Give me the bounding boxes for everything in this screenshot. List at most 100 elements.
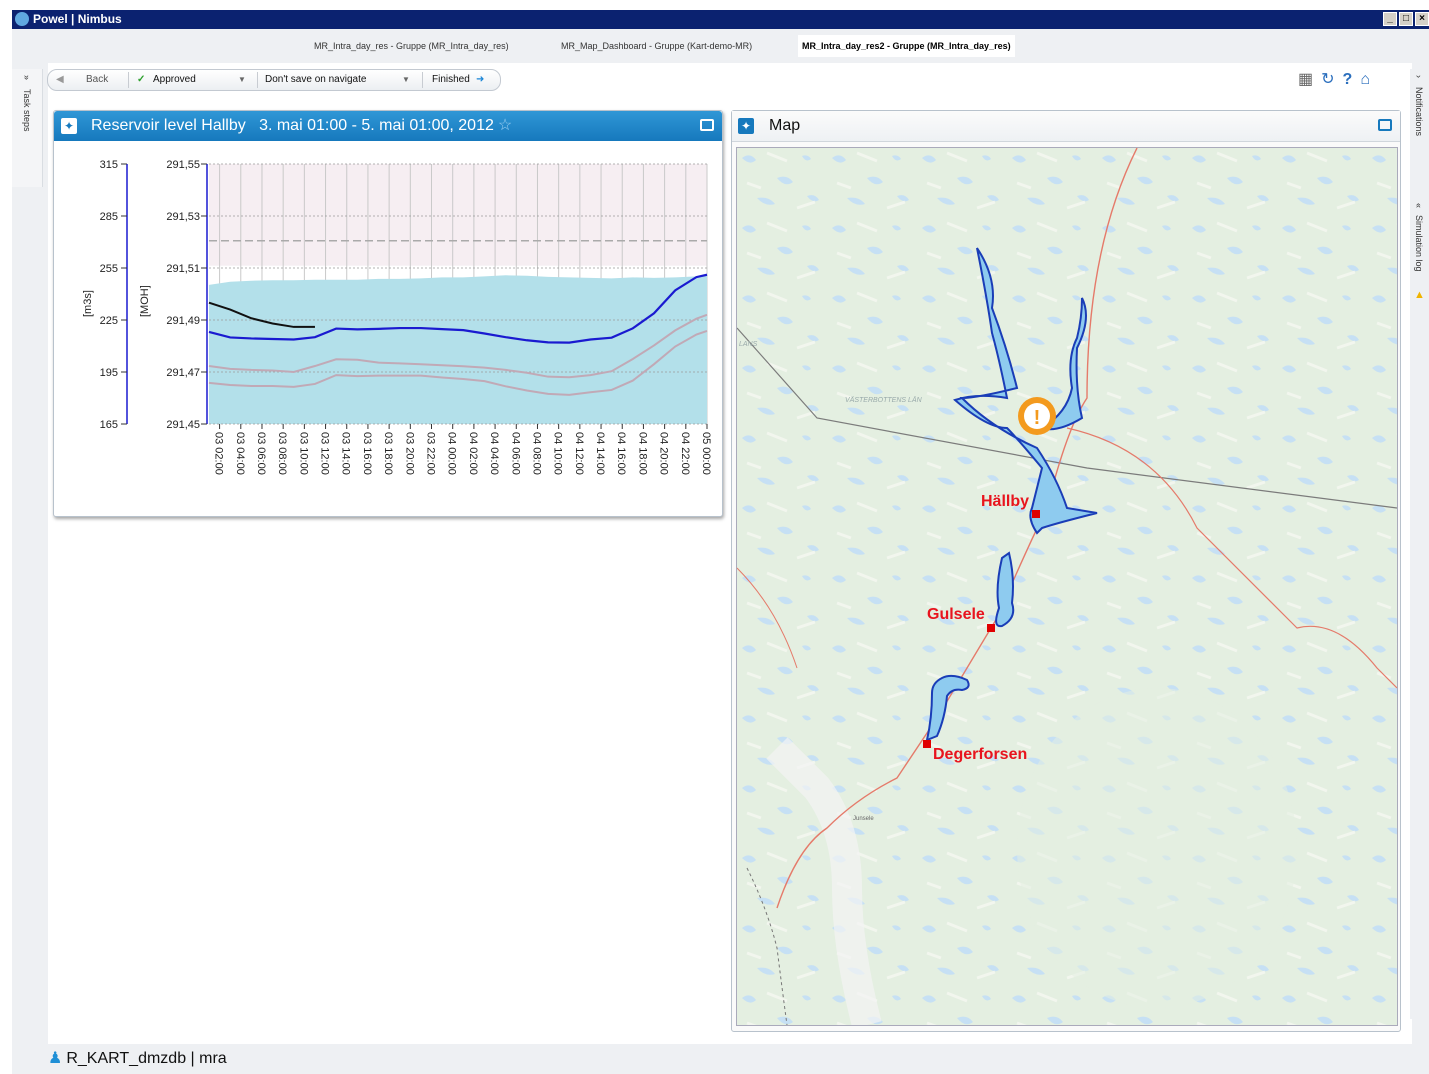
tab-bar: MR_Intra_day_res - Gruppe (MR_Intra_day_… — [12, 29, 1429, 63]
app-logo-icon — [15, 12, 29, 26]
window-titlebar: Powel | Nimbus _ □ × — [12, 10, 1429, 29]
maximize-panel-button[interactable] — [700, 119, 714, 131]
toolbar-divider — [422, 72, 423, 88]
maximize-button[interactable]: □ — [1399, 12, 1413, 26]
map-terrain-patch — [1017, 688, 1297, 1008]
degerforsen-label: Degerforsen — [933, 746, 1027, 763]
x-tick-label: 05 00:00 — [700, 432, 712, 475]
area-label-lans: LANS — [739, 341, 758, 348]
reservoir-title: Reservoir level Hallby — [91, 117, 246, 134]
toolbar-divider — [128, 72, 129, 88]
right-axis-label: [MOH] — [139, 285, 151, 317]
x-tick-label: 04 04:00 — [488, 432, 500, 475]
degerforsen-plant-marker[interactable] — [923, 740, 931, 748]
maximize-panel-button[interactable] — [1378, 119, 1392, 131]
x-tick-label: 03 06:00 — [255, 432, 267, 475]
warning-marker-icon: ! — [1034, 407, 1041, 429]
reservoir-chart: 315 285 255 225 195 165 291,55 291,53 291,51 291,… — [82, 159, 712, 475]
reservoir-panel-header: ✦ Reservoir level Hallby 3. mai 01:00 - … — [54, 111, 722, 141]
right-tick-label: 291,49 — [166, 315, 200, 327]
window-title: Powel | Nimbus — [33, 12, 122, 26]
left-tick-label: 165 — [100, 419, 118, 431]
minimize-button[interactable]: _ — [1383, 12, 1397, 26]
notifications-expand-icon: › — [1414, 75, 1424, 78]
map-svg: ! Hällby Gulsele Degerforsen LANS VÄSTER… — [737, 148, 1397, 1025]
navigation-toolbar: ◀ Back ✓ Approved ▼ Don't save on naviga… — [47, 69, 501, 91]
x-tick-label: 04 20:00 — [658, 432, 670, 475]
task-steps-rail[interactable]: » Task steps — [12, 69, 43, 187]
x-tick-label: 04 12:00 — [573, 432, 585, 475]
home-icon[interactable]: ⌂ — [1360, 70, 1370, 90]
map-canvas[interactable]: ! Hällby Gulsele Degerforsen LANS VÄSTER… — [736, 147, 1398, 1026]
back-arrow-icon: ◀ — [56, 74, 64, 85]
x-tick-label: 04 00:00 — [446, 432, 458, 475]
top-right-actions: ▦ ↻ ? ⌂ — [1298, 70, 1370, 90]
x-tick-label: 03 22:00 — [425, 432, 437, 475]
x-tick-label: 03 12:00 — [319, 432, 331, 475]
left-tick-label: 225 — [100, 315, 118, 327]
x-tick-label: 04 14:00 — [594, 432, 606, 475]
back-button[interactable]: Back — [86, 70, 108, 90]
finished-button[interactable]: Finished — [432, 70, 470, 90]
range-band — [209, 164, 707, 266]
x-tick-label: 03 04:00 — [234, 432, 246, 475]
gulsele-plant-marker[interactable] — [987, 624, 995, 632]
tab-intra-day-res2[interactable]: MR_Intra_day_res2 - Gruppe (MR_Intra_day… — [798, 35, 1015, 57]
x-tick-label: 03 14:00 — [340, 432, 352, 475]
close-button[interactable]: × — [1415, 12, 1429, 26]
x-tick-label: 03 18:00 — [382, 432, 394, 475]
right-tick-label: 291,51 — [166, 263, 200, 275]
map-title: Map — [769, 117, 801, 134]
save-mode-select[interactable]: Don't save on navigate — [265, 70, 366, 90]
user-icon: ♟ — [48, 1050, 63, 1067]
right-tick-label: 291,45 — [166, 419, 200, 431]
calculator-icon[interactable]: ▦ — [1298, 70, 1313, 90]
right-tick-label: 291,55 — [166, 159, 200, 171]
simulation-log-tab[interactable]: Simulation log — [1414, 215, 1424, 272]
tab-intra-day-res[interactable]: MR_Intra_day_res - Gruppe (MR_Intra_day_… — [310, 37, 513, 55]
hallby-plant-marker[interactable] — [1032, 510, 1040, 518]
simulation-log-expand-icon: « — [1414, 203, 1424, 209]
x-tick-label: 04 22:00 — [679, 432, 691, 475]
hallby-label: Hällby — [981, 493, 1029, 510]
x-tick-label: 03 16:00 — [361, 432, 373, 475]
x-tick-label: 04 16:00 — [615, 432, 627, 475]
window-controls: _ □ × — [1383, 12, 1429, 26]
right-tick-label: 291,47 — [166, 367, 200, 379]
left-axis-label: [m3s] — [82, 290, 94, 317]
approval-status-select[interactable]: Approved — [153, 70, 196, 90]
refresh-icon[interactable]: ↻ — [1321, 70, 1334, 90]
right-rail: › Notifications « Simulation log ▲ — [1410, 69, 1429, 1019]
check-icon: ✓ — [137, 74, 146, 85]
x-tick-label: 04 06:00 — [509, 432, 521, 475]
left-tick-label: 195 — [100, 367, 118, 379]
x-tick-label: 04 02:00 — [467, 432, 479, 475]
favorite-star-icon[interactable]: ☆ — [498, 117, 512, 134]
reservoir-period: 3. mai 01:00 - 5. mai 01:00, 2012 — [259, 117, 494, 134]
widget-icon: ✦ — [61, 118, 77, 134]
status-bar: ♟ R_KART_dmzdb | mra — [12, 1044, 1429, 1074]
x-tick-label: 03 10:00 — [297, 432, 309, 475]
reservoir-panel: ✦ Reservoir level Hallby 3. mai 01:00 - … — [53, 110, 723, 517]
tab-map-dashboard[interactable]: MR_Map_Dashboard - Gruppe (Kart-demo-MR) — [557, 37, 756, 55]
help-icon[interactable]: ? — [1343, 70, 1353, 90]
x-tick-label: 03 20:00 — [403, 432, 415, 475]
forward-arrow-icon[interactable]: ➜ — [476, 70, 484, 90]
notifications-tab[interactable]: Notifications — [1414, 87, 1424, 136]
map-panel: ✦ Map ! Hällby Gulsele Degerforsen LANS … — [731, 110, 1401, 1032]
connection-user: R_KART_dmzdb | mra — [66, 1050, 227, 1067]
widget-icon: ✦ — [738, 118, 754, 134]
chevron-down-icon[interactable]: ▼ — [238, 70, 246, 90]
task-steps-label: Task steps — [22, 89, 32, 132]
chevron-down-icon[interactable]: ▼ — [402, 70, 410, 90]
x-tick-label: 03 08:00 — [276, 432, 288, 475]
left-tick-label: 315 — [100, 159, 118, 171]
warning-icon: ▲ — [1414, 289, 1425, 301]
left-tick-label: 255 — [100, 263, 118, 275]
task-steps-expand-icon: » — [22, 75, 32, 81]
gulsele-label: Gulsele — [927, 606, 985, 623]
left-tick-label: 285 — [100, 211, 118, 223]
right-tick-label: 291,53 — [166, 211, 200, 223]
series-area — [209, 275, 707, 424]
x-tick-label: 03 02:00 — [213, 432, 225, 475]
